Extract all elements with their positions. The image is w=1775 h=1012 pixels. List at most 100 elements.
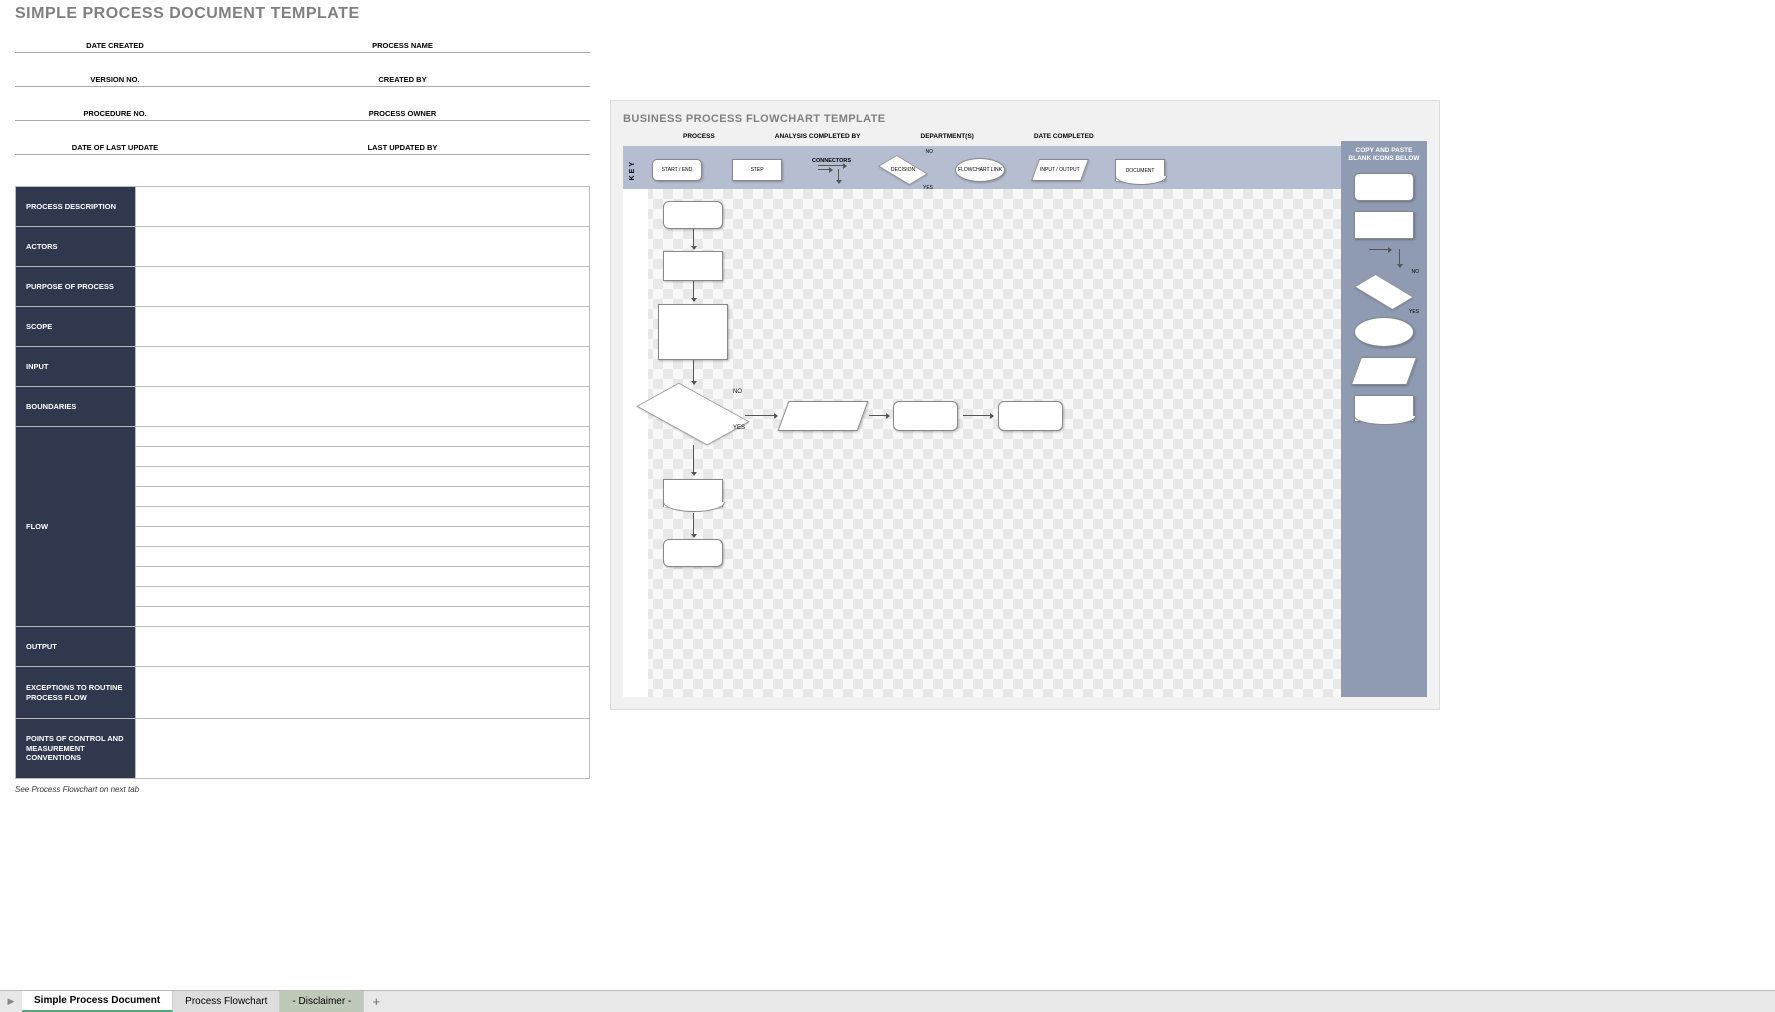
key-decision: NO DECISION YES [881,157,925,183]
flowchart-meta: PROCESS ANALYSIS COMPLETED BY DEPARTMENT… [683,133,1427,140]
field-output[interactable] [136,627,590,667]
process-document-panel: SIMPLE PROCESS DOCUMENT TEMPLATE DATE CR… [15,5,590,794]
canvas-arrow-3 [693,360,694,384]
parallelogram-icon: INPUT / OUTPUT [1031,159,1089,181]
palette-ellipse[interactable] [1354,317,1414,347]
canvas-process-2[interactable] [658,304,728,360]
label-date-last-update: DATE OF LAST UPDATE [15,137,215,154]
canvas-arrow-7 [693,445,694,475]
canvas-arrow-2 [693,281,694,301]
section-output: OUTPUT [16,627,136,667]
field-flow-5[interactable] [136,507,590,527]
palette-terminator[interactable] [1354,173,1414,201]
field-boundaries[interactable] [136,387,590,427]
label-created-by: CREATED BY [215,69,590,86]
fc-label-date-completed: DATE COMPLETED [1034,133,1094,140]
palette-connectors[interactable] [1369,249,1400,267]
palette-process[interactable] [1354,211,1414,239]
field-scope[interactable] [136,307,590,347]
section-flow: FLOW [16,427,136,627]
field-actors[interactable] [136,227,590,267]
decision-icon: DECISION [881,157,925,183]
section-boundaries: BOUNDARIES [16,387,136,427]
palette-document[interactable] [1354,395,1414,421]
flowchart-panel: BUSINESS PROCESS FLOWCHART TEMPLATE PROC… [610,100,1440,710]
canvas-terminator-1[interactable] [663,201,723,229]
canvas-terminator-3[interactable] [998,401,1063,431]
section-input: INPUT [16,347,136,387]
canvas-process-1[interactable] [663,251,723,281]
section-points: POINTS OF CONTROL AND MEASUREMENT CONVEN… [16,719,136,779]
tab-simple-process-document[interactable]: Simple Process Document [22,991,173,1012]
tab-add-button[interactable]: + [364,991,388,1012]
label-process-name: PROCESS NAME [215,35,590,52]
key-start-end: START / END [652,159,702,181]
label-date-created: DATE CREATED [15,35,215,52]
footnote: See Process Flowchart on next tab [15,785,590,794]
field-purpose[interactable] [136,267,590,307]
field-flow-8[interactable] [136,567,590,587]
label-last-updated-by: LAST UPDATED BY [215,137,590,154]
label-procedure-no: PROCEDURE NO. [15,103,215,120]
canvas-label-yes: YES [733,425,745,431]
tab-disclaimer[interactable]: - Disclaimer - [280,991,364,1012]
field-process-description[interactable] [136,187,590,227]
document-icon: DOCUMENT [1115,159,1165,181]
tab-process-flowchart[interactable]: Process Flowchart [173,991,280,1012]
shape-palette: COPY AND PASTE BLANK ICONS BELOW NO YES [1341,141,1427,697]
flowchart-canvas[interactable]: NO YES [623,189,1341,697]
canvas-decision-1[interactable] [643,384,743,444]
label-version-no: VERSION NO. [15,69,215,86]
canvas-label-no: NO [733,389,742,395]
field-flow-1[interactable] [136,427,590,447]
key-document: DOCUMENT [1115,159,1165,181]
flowchart-title: BUSINESS PROCESS FLOWCHART TEMPLATE [623,113,1427,125]
key-flowchart-link: FLOWCHART LINK [955,158,1005,182]
canvas-arrow-8 [693,513,694,537]
key-step: STEP [732,159,782,181]
meta-table: DATE CREATED PROCESS NAME VERSION NO. CR… [15,35,590,171]
section-exceptions: EXCEPTIONS TO ROUTINE PROCESS FLOW [16,667,136,719]
field-exceptions[interactable] [136,667,590,719]
field-flow-2[interactable] [136,447,590,467]
field-points[interactable] [136,719,590,779]
key-input-output: INPUT / OUTPUT [1035,159,1085,181]
canvas-arrow-4 [745,415,777,416]
detail-table: PROCESS DESCRIPTION ACTORS PURPOSE OF PR… [15,186,590,779]
section-process-description: PROCESS DESCRIPTION [16,187,136,227]
fc-label-analysis-by: ANALYSIS COMPLETED BY [775,133,861,140]
canvas-document-1[interactable] [663,479,723,507]
section-purpose: PURPOSE OF PROCESS [16,267,136,307]
field-input[interactable] [136,347,590,387]
fc-label-process: PROCESS [683,133,715,140]
canvas-arrow-6 [963,415,993,416]
field-flow-9[interactable] [136,587,590,607]
field-flow-4[interactable] [136,487,590,507]
canvas-arrow-5 [869,415,889,416]
key-band: KEY START / END STEP CONNECTORS NO DECIS… [623,146,1427,194]
canvas-parallelogram-1[interactable] [778,401,869,431]
section-actors: ACTORS [16,227,136,267]
palette-decision[interactable]: NO YES [1357,277,1411,307]
tab-nav-icon[interactable]: ▶ [0,991,22,1012]
sheet-tabs: ▶ Simple Process Document Process Flowch… [0,990,1775,1012]
field-flow-10[interactable] [136,607,590,627]
field-flow-3[interactable] [136,467,590,487]
process-icon: STEP [732,159,782,181]
key-label: KEY [629,160,636,180]
palette-parallelogram[interactable] [1351,357,1417,385]
connector-icon [818,165,846,183]
section-scope: SCOPE [16,307,136,347]
document-title: SIMPLE PROCESS DOCUMENT TEMPLATE [15,5,590,23]
palette-title: COPY AND PASTE BLANK ICONS BELOW [1341,147,1427,163]
fc-label-department: DEPARTMENT(S) [921,133,974,140]
canvas-arrow-1 [693,229,694,249]
key-connectors: CONNECTORS [812,158,851,183]
ellipse-icon: FLOWCHART LINK [955,158,1005,182]
canvas-terminator-4[interactable] [663,539,723,567]
label-process-owner: PROCESS OWNER [215,103,590,120]
canvas-terminator-2[interactable] [893,401,958,431]
field-flow-6[interactable] [136,527,590,547]
terminator-icon: START / END [652,159,702,181]
field-flow-7[interactable] [136,547,590,567]
